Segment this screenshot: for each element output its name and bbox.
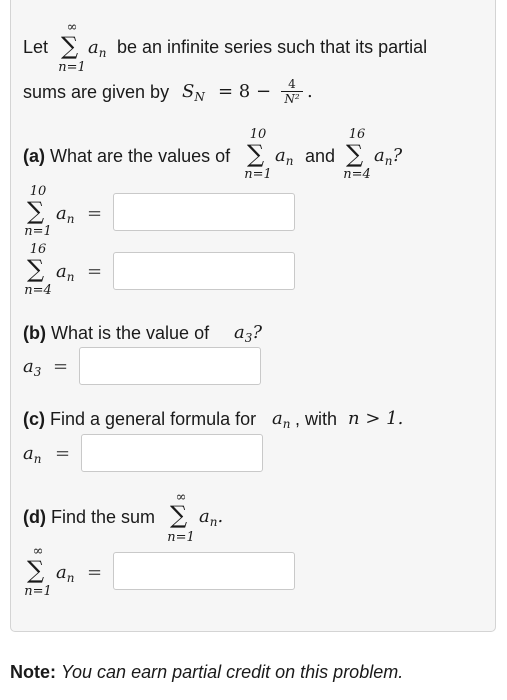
row2-sigma: ∑	[27, 255, 45, 283]
part-c-with: , with	[295, 409, 338, 429]
intro-sigma: ∑	[61, 32, 79, 60]
part-a-and: and	[305, 146, 336, 166]
part-c-var: an	[272, 408, 291, 431]
part-a-sum2-sigma: ∑	[346, 140, 364, 168]
part-b-eq: =	[53, 356, 69, 377]
row-d-term: an	[56, 562, 75, 585]
formula-fraction: 4 N²	[281, 77, 303, 106]
part-d-sigma: ∑	[170, 501, 188, 529]
row-d-eq: =	[87, 562, 103, 583]
partial-credit-note: Note: You can earn partial credit on thi…	[10, 662, 404, 682]
part-a-sum1-lower: n=1	[244, 167, 272, 182]
part-c-label: an	[23, 443, 42, 466]
part-a-term1: an	[275, 145, 294, 168]
a3-input[interactable]	[79, 347, 261, 385]
row1-lower: n=1	[24, 224, 52, 239]
intro-term: an	[88, 37, 107, 60]
sum-4-16-input[interactable]	[113, 252, 295, 290]
intro-text-2: sums are given by	[23, 82, 170, 102]
part-a-term2: an?	[374, 145, 403, 168]
intro-let: Let	[23, 37, 49, 57]
row1-term: an	[56, 203, 75, 226]
an-formula-input[interactable]	[81, 434, 263, 472]
part-a-sum2-lower: n=4	[343, 167, 371, 182]
part-b-label: a3	[23, 356, 42, 379]
row2-lower: n=4	[24, 283, 52, 298]
formula-period: .	[307, 81, 313, 102]
part-b-question: (b) What is the value of	[23, 323, 210, 343]
part-d-term: an.	[199, 506, 224, 529]
part-a-question: (a) What are the values of	[23, 146, 231, 166]
intro-sum-lower: n=1	[58, 60, 86, 75]
formula-eq: = 8 −	[218, 81, 272, 102]
problem-panel: Let ∞ ∑ n=1 an be an infinite series suc…	[10, 0, 496, 632]
row1-sigma: ∑	[27, 197, 45, 225]
part-d-question: (d) Find the sum	[23, 507, 156, 527]
row2-term: an	[56, 261, 75, 284]
part-b-var: a3?	[234, 322, 263, 345]
sum-1-10-input[interactable]	[113, 193, 295, 231]
sum-infinite-input[interactable]	[113, 552, 295, 590]
formula-lhs: SN	[182, 81, 205, 104]
row1-eq: =	[87, 203, 103, 224]
part-c-cond: n > 1.	[348, 408, 404, 429]
part-a-sum1-sigma: ∑	[247, 140, 265, 168]
row2-eq: =	[87, 261, 103, 282]
intro-text-1: be an infinite series such that its part…	[117, 37, 428, 57]
row-d-sigma: ∑	[27, 556, 45, 584]
part-d-sum-lower: n=1	[167, 530, 195, 545]
part-c-eq: =	[55, 443, 71, 464]
row-d-lower: n=1	[24, 584, 52, 599]
part-c-question: (c) Find a general formula for	[23, 409, 257, 429]
